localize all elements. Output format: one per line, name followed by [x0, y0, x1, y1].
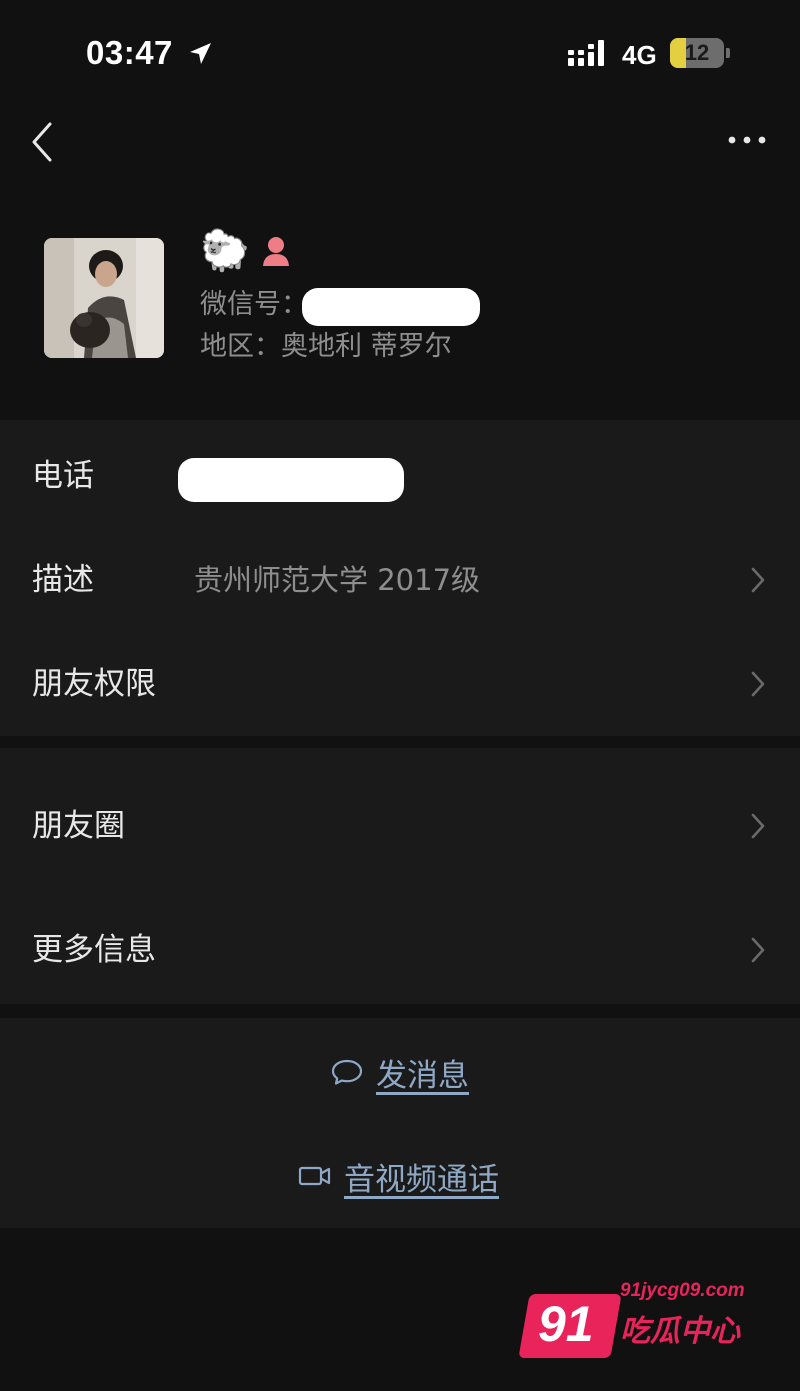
video-camera-icon	[298, 1166, 331, 1186]
description-value: 贵州师范大学 2017级	[194, 563, 481, 597]
moments-row[interactable]: 朋友圈	[0, 774, 800, 878]
wechat-id-label: 微信号：	[200, 289, 308, 320]
more-options-button[interactable]	[722, 122, 772, 158]
sheep-emoji: 🐑	[200, 228, 250, 274]
network-type: 4G	[622, 40, 657, 70]
battery-icon: 12	[670, 38, 732, 70]
battery-percent: 12	[684, 40, 710, 65]
send-message-row: 发消息	[0, 1020, 800, 1124]
description-label: 描述	[32, 562, 94, 598]
watermark-logo: 91 91jycg09.com 吃瓜中心	[518, 1278, 760, 1368]
description-row[interactable]: 描述 贵州师范大学 2017级	[0, 528, 800, 632]
redacted-wechat-id	[302, 288, 480, 326]
ellipsis-icon	[728, 136, 766, 144]
location-arrow-icon	[190, 43, 211, 64]
redacted-phone-number	[178, 458, 404, 502]
signal-bars-icon	[568, 40, 604, 66]
send-message-button[interactable]: 发消息	[330, 1020, 469, 1124]
wechat-id: 微信号：	[200, 286, 308, 324]
send-message-label: 发消息	[376, 1057, 469, 1094]
chevron-right-icon	[751, 813, 765, 839]
actions-section: 发消息 音视频通话	[0, 1018, 800, 1228]
video-call-button[interactable]: 音视频通话	[298, 1124, 499, 1228]
chevron-right-icon	[751, 567, 765, 593]
phone-row[interactable]: 电话	[0, 424, 800, 528]
region-value: 奥地利 蒂罗尔	[281, 331, 452, 362]
status-time: 03:47	[86, 34, 173, 71]
friend-permissions-label: 朋友权限	[32, 666, 156, 702]
chat-bubble-icon	[331, 1059, 363, 1085]
moments-section: 朋友圈 更多信息	[0, 748, 800, 1004]
more-info-row[interactable]: 更多信息	[0, 898, 800, 1002]
friend-permissions-row[interactable]: 朋友权限	[0, 632, 800, 736]
video-call-row: 音视频通话	[0, 1124, 800, 1228]
watermark-url: 91jycg09.com	[620, 1280, 745, 1301]
contact-details-section: 电话 描述 贵州师范大学 2017级 朋友权限	[0, 420, 800, 736]
more-info-label: 更多信息	[32, 932, 156, 968]
back-button[interactable]	[22, 118, 62, 166]
watermark-name: 吃瓜中心	[620, 1314, 740, 1349]
avatar[interactable]	[44, 238, 164, 358]
watermark-badge-text: 91	[538, 1296, 594, 1352]
video-call-label: 音视频通话	[344, 1161, 499, 1198]
status-bar: 03:47 4G 12	[0, 0, 800, 110]
phone-label: 电话	[32, 458, 94, 494]
moments-label: 朋友圈	[32, 808, 125, 844]
region: 地区：奥地利 蒂罗尔	[200, 328, 452, 366]
chevron-right-icon	[751, 937, 765, 963]
region-label: 地区：	[200, 331, 281, 362]
female-icon	[263, 237, 289, 266]
chevron-right-icon	[751, 671, 765, 697]
